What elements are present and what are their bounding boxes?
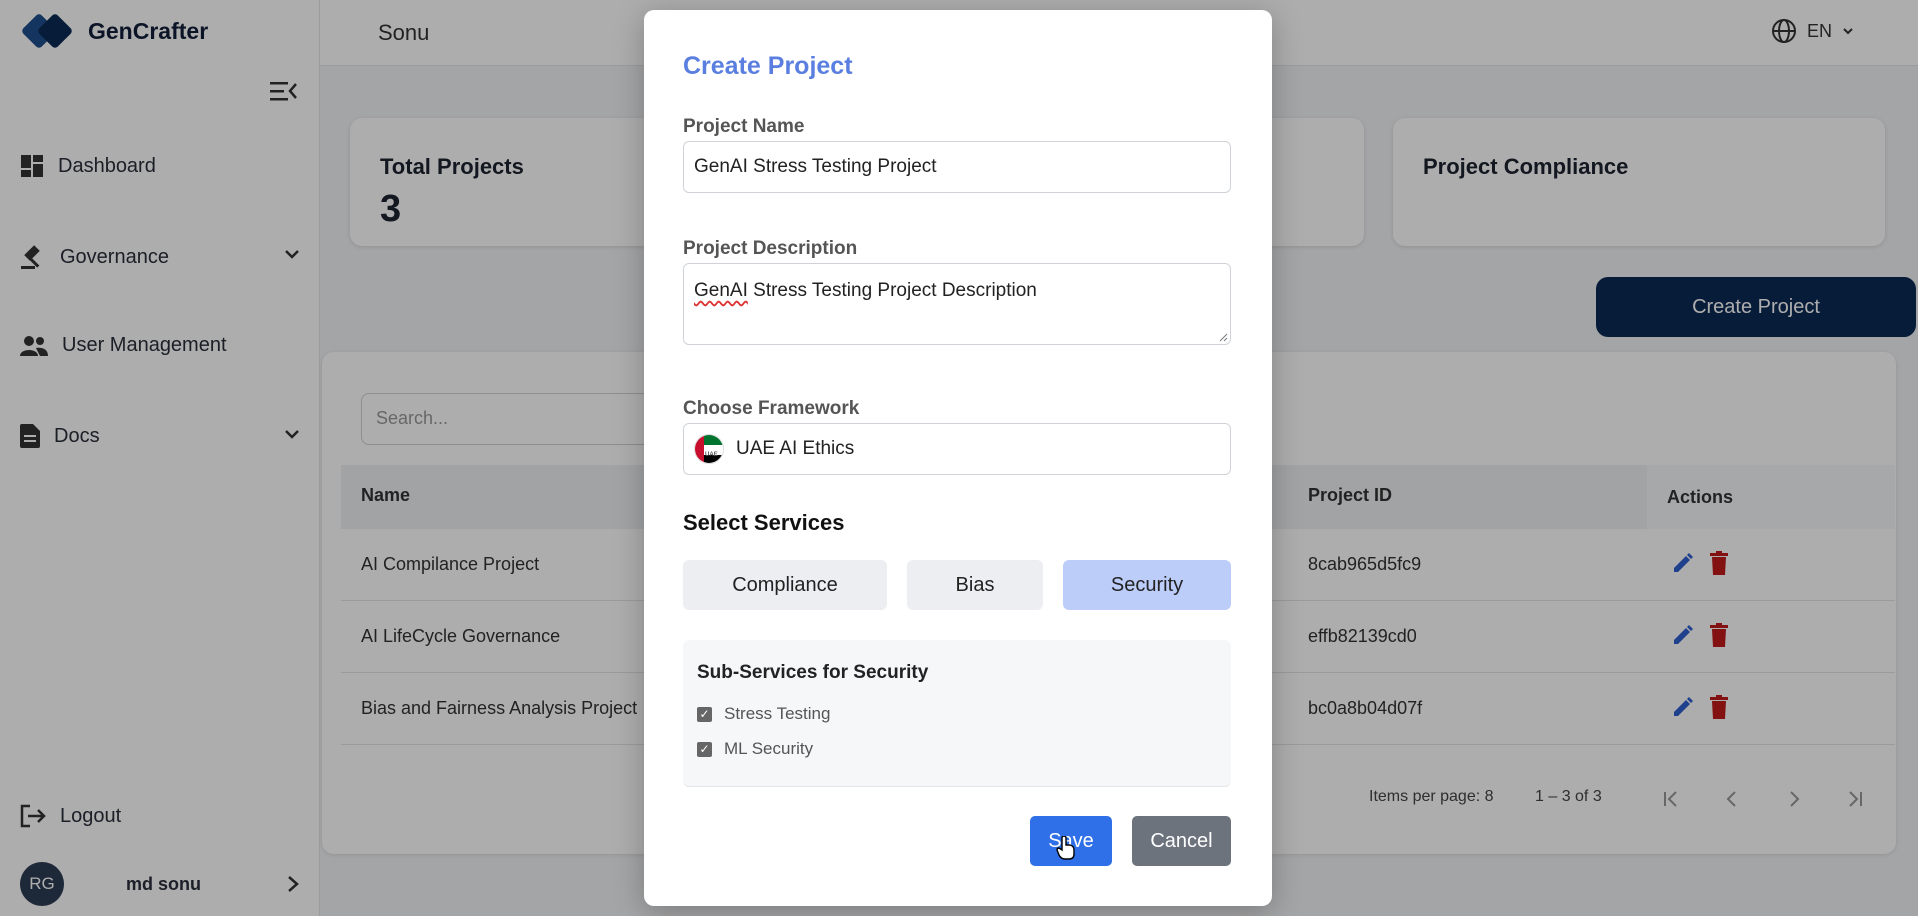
sub-service-label: Stress Testing [724, 704, 831, 723]
framework-value: UAE AI Ethics [736, 438, 855, 459]
framework-label: Choose Framework [683, 398, 860, 419]
sub-service-stress-testing[interactable]: ✓ Stress Testing [697, 704, 830, 724]
create-project-dialog: Create Project Project Name GenAI Stress… [644, 10, 1272, 906]
hand-cursor-icon [1056, 836, 1075, 860]
sub-service-label: ML Security [724, 739, 814, 758]
framework-select[interactable]: UAE UAE AI Ethics [683, 423, 1231, 475]
cancel-button[interactable]: Cancel [1132, 816, 1231, 866]
project-description-label: Project Description [683, 238, 858, 259]
checkbox-checked-icon[interactable]: ✓ [697, 706, 712, 722]
project-name-value: GenAI Stress Testing Project [694, 156, 937, 177]
sub-service-ml-security[interactable]: ✓ ML Security [697, 739, 813, 759]
checkbox-checked-icon[interactable]: ✓ [697, 741, 712, 757]
service-security-button[interactable]: Security [1063, 560, 1231, 610]
project-description-value: GenAI Stress Testing Project Description [694, 280, 1037, 301]
project-description-textarea[interactable]: GenAI Stress Testing Project Description [683, 263, 1231, 345]
resize-handle-icon[interactable] [1218, 332, 1228, 342]
service-bias-button[interactable]: Bias [907, 560, 1043, 610]
select-services-heading: Select Services [683, 510, 845, 535]
sub-services-title: Sub-Services for Security [697, 662, 929, 683]
dialog-title: Create Project [683, 52, 853, 80]
sub-services-panel: Sub-Services for Security ✓ Stress Testi… [683, 640, 1231, 787]
project-name-input[interactable]: GenAI Stress Testing Project [683, 141, 1231, 193]
service-compliance-button[interactable]: Compliance [683, 560, 887, 610]
project-name-label: Project Name [683, 116, 805, 137]
uae-flag-icon: UAE [694, 434, 724, 464]
